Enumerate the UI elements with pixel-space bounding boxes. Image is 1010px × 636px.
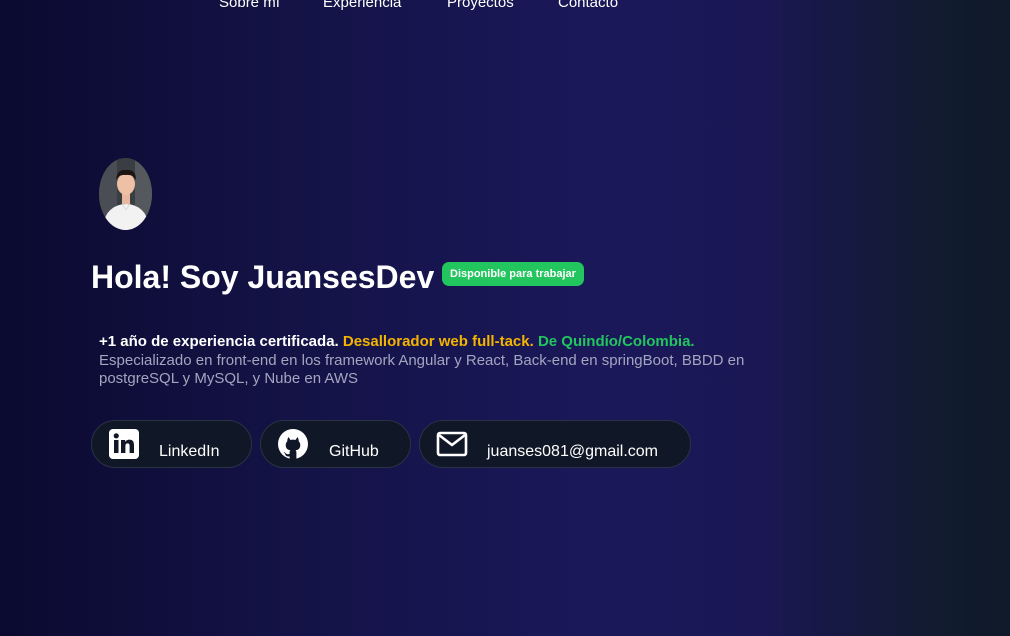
availability-badge: Disponible para trabajar bbox=[442, 262, 584, 286]
experience-text: +1 año de experiencia certificada. bbox=[99, 333, 339, 350]
role-text: Desallorador web full-tack. bbox=[342, 333, 534, 350]
mail-icon bbox=[436, 428, 468, 460]
github-icon bbox=[277, 428, 309, 460]
nav-item-projects[interactable]: Proyectos bbox=[447, 0, 558, 13]
page-title: Hola! Soy JuansesDev bbox=[91, 259, 435, 295]
top-nav: Sobre mí Experiencia Proyectos Contacto bbox=[219, 0, 638, 13]
avatar bbox=[99, 158, 152, 230]
linkedin-icon bbox=[108, 428, 140, 460]
github-label: GitHub bbox=[329, 443, 379, 460]
nav-item-contact[interactable]: Contacto bbox=[558, 0, 638, 13]
linkedin-button[interactable]: LinkedIn bbox=[91, 420, 252, 468]
hero-description: +1 año de experiencia certificada. Desal… bbox=[99, 333, 759, 389]
nav-item-experience[interactable]: Experiencia bbox=[323, 0, 447, 13]
nav-item-about[interactable]: Sobre mí bbox=[219, 0, 323, 13]
email-label: juanses081@gmail.com bbox=[487, 443, 658, 460]
linkedin-label: LinkedIn bbox=[159, 443, 220, 460]
skills-text: Especializado en front-end en los framew… bbox=[99, 351, 745, 388]
email-button[interactable]: juanses081@gmail.com bbox=[419, 420, 691, 468]
github-button[interactable]: GitHub bbox=[260, 420, 411, 468]
location-text: De Quindío/Colombia. bbox=[537, 333, 695, 350]
